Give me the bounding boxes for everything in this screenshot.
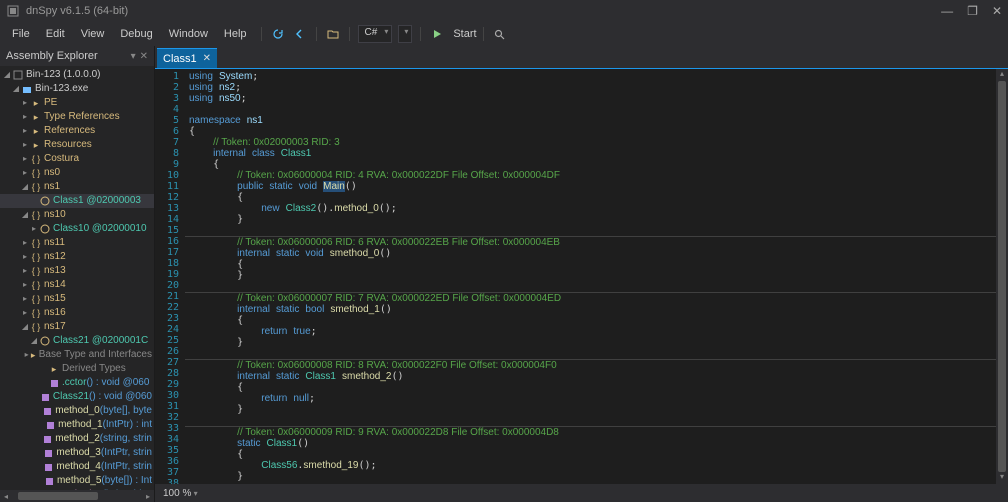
tree-exe[interactable]: ◢Bin-123.exe <box>0 82 154 96</box>
scroll-right-icon[interactable]: ▸ <box>142 492 154 501</box>
separator <box>316 27 317 41</box>
tree-ns-ns12[interactable]: ▸{ }ns12 <box>0 250 154 264</box>
tree-ns-ns17[interactable]: ◢{ }ns17 <box>0 320 154 334</box>
menu-help[interactable]: Help <box>216 25 255 43</box>
zoom-level[interactable]: 100 % <box>163 488 198 499</box>
refresh-button[interactable] <box>268 24 288 44</box>
tree-ns-ns10[interactable]: ◢{ }ns10 <box>0 208 154 222</box>
assembly-explorer: Assembly Explorer ▾ ✕ ◢Bin-123 (1.0.0.0)… <box>0 46 155 502</box>
window-title: dnSpy v6.1.5 (64-bit) <box>26 5 941 17</box>
separator <box>349 27 350 41</box>
panel-close-icon[interactable]: ✕ <box>140 51 148 62</box>
tree-ns-ns0[interactable]: ▸{ }ns0 <box>0 166 154 180</box>
open-button[interactable] <box>323 24 343 44</box>
tree[interactable]: ◢Bin-123 (1.0.0.0)◢Bin-123.exe▸▸PE▸▸Type… <box>0 66 154 490</box>
menu-debug[interactable]: Debug <box>112 25 160 43</box>
menu-view[interactable]: View <box>73 25 113 43</box>
tree-member-4[interactable]: method_2(string, strin <box>0 432 154 446</box>
editor-area: Class1 ✕ 1 2 3 4 5 6 7 8 9 10 11 12 13 1… <box>155 46 1008 502</box>
tree-ns-costura[interactable]: ▸{ }Costura <box>0 152 154 166</box>
tree-class21[interactable]: ◢Class21 @0200001C <box>0 334 154 348</box>
separator <box>483 27 484 41</box>
scroll-up-icon[interactable]: ▴ <box>996 69 1008 81</box>
app-icon <box>6 4 20 18</box>
tree-ns-ns11[interactable]: ▸{ }ns11 <box>0 236 154 250</box>
tree-member-5[interactable]: method_3(IntPtr, strin <box>0 446 154 460</box>
tab-close-icon[interactable]: ✕ <box>203 53 211 64</box>
tree-pe[interactable]: ▸▸PE <box>0 96 154 110</box>
tab-label: Class1 <box>163 53 197 65</box>
tree-derived-types[interactable]: ▸Derived Types <box>0 362 154 376</box>
panel-title: Assembly Explorer <box>6 50 98 62</box>
config-select[interactable] <box>398 25 412 43</box>
tree-ns-ns16[interactable]: ▸{ }ns16 <box>0 306 154 320</box>
scroll-down-icon[interactable]: ▾ <box>996 472 1008 484</box>
minimize-button[interactable]: — <box>941 4 953 18</box>
tree-ns-ns1[interactable]: ◢{ }ns1 <box>0 180 154 194</box>
tree-ns-ns15[interactable]: ▸{ }ns15 <box>0 292 154 306</box>
maximize-button[interactable]: ❐ <box>967 4 978 18</box>
tree-class1[interactable]: Class1 @02000003 <box>0 194 154 208</box>
tree-refs[interactable]: ▸▸References <box>0 124 154 138</box>
close-button[interactable]: ✕ <box>992 4 1002 18</box>
menubar: FileEditViewDebugWindowHelp C# Start <box>0 22 1008 46</box>
tree-resources[interactable]: ▸▸Resources <box>0 138 154 152</box>
tree-root[interactable]: ◢Bin-123 (1.0.0.0) <box>0 68 154 82</box>
tab-bar: Class1 ✕ <box>155 46 1008 68</box>
editor-statusbar: 100 % <box>155 484 1008 502</box>
back-button[interactable] <box>290 24 310 44</box>
tree-member-3[interactable]: method_1(IntPtr) : int <box>0 418 154 432</box>
tree-typerefs[interactable]: ▸▸Type References <box>0 110 154 124</box>
panel-header: Assembly Explorer ▾ ✕ <box>0 46 154 66</box>
search-button[interactable] <box>490 24 510 44</box>
tree-member-6[interactable]: method_4(IntPtr, strin <box>0 460 154 474</box>
tree-base-types[interactable]: ▸▸Base Type and Interfaces <box>0 348 154 362</box>
tree-member-7[interactable]: method_5(byte[]) : Int <box>0 474 154 488</box>
tab-class1[interactable]: Class1 ✕ <box>157 48 217 68</box>
tree-member-1[interactable]: Class21() : void @060 <box>0 390 154 404</box>
vertical-scrollbar[interactable]: ▴ ▾ <box>996 69 1008 484</box>
horizontal-scrollbar[interactable]: ◂ ▸ <box>0 490 154 502</box>
scroll-left-icon[interactable]: ◂ <box>0 492 12 501</box>
tree-class10[interactable]: ▸Class10 @02000010 <box>0 222 154 236</box>
start-label[interactable]: Start <box>453 28 476 40</box>
tree-member-2[interactable]: method_0(byte[], byte <box>0 404 154 418</box>
separator <box>261 27 262 41</box>
tree-ns-ns13[interactable]: ▸{ }ns13 <box>0 264 154 278</box>
menu-window[interactable]: Window <box>161 25 216 43</box>
code-editor[interactable]: using System; using ns2; using ns50; nam… <box>185 69 996 484</box>
separator <box>420 27 421 41</box>
menu-edit[interactable]: Edit <box>38 25 73 43</box>
start-button[interactable] <box>427 24 447 44</box>
panel-menu-icon[interactable]: ▾ <box>131 51 136 62</box>
scrollbar-thumb[interactable] <box>18 492 98 500</box>
titlebar: dnSpy v6.1.5 (64-bit) — ❐ ✕ <box>0 0 1008 22</box>
language-select[interactable]: C# <box>358 25 393 43</box>
tree-ns-ns14[interactable]: ▸{ }ns14 <box>0 278 154 292</box>
menu-file[interactable]: File <box>4 25 38 43</box>
tree-member-0[interactable]: .cctor() : void @060 <box>0 376 154 390</box>
line-numbers: 1 2 3 4 5 6 7 8 9 10 11 12 13 14 15 16 1… <box>155 69 185 484</box>
